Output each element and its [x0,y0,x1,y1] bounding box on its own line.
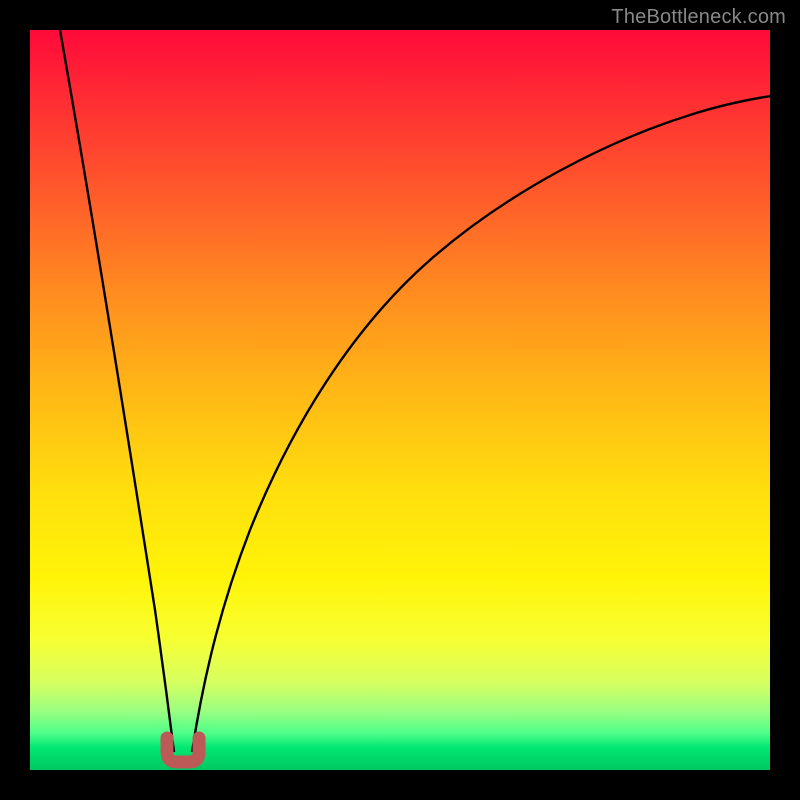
bottleneck-curve [30,30,770,770]
watermark-text: TheBottleneck.com [611,6,786,29]
plot-area [30,30,770,770]
chart-frame: TheBottleneck.com [0,0,800,800]
curve-left-branch [60,30,174,752]
u-marker-icon [167,738,199,762]
curve-right-branch [192,96,770,752]
minimum-marker [30,710,770,770]
